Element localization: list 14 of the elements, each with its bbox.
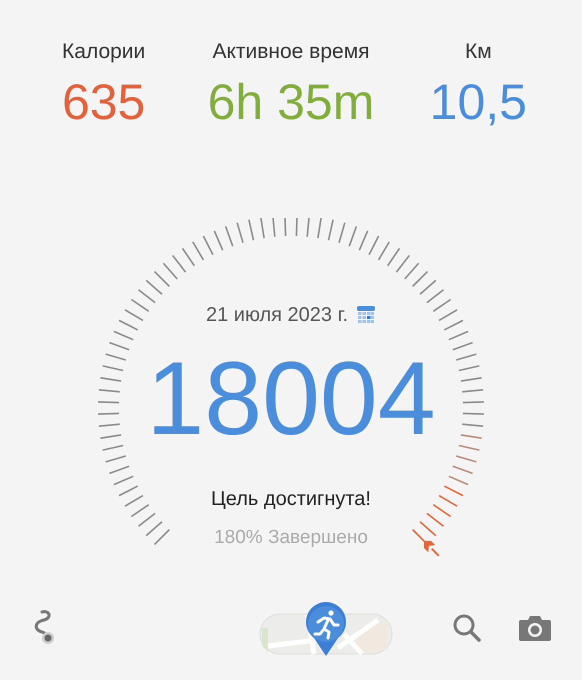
progress-marker <box>424 540 440 556</box>
stat-label: Км <box>464 39 492 65</box>
progress-label: 180% Завершено <box>214 526 368 550</box>
step-count: 18004 <box>146 344 436 454</box>
camera-icon[interactable] <box>518 614 552 642</box>
date-label: 21 июля 2023 г. <box>206 303 348 328</box>
stat-value: 10,5 <box>430 73 527 132</box>
stat-value: 6h 35m <box>208 73 374 132</box>
search-icon[interactable] <box>452 613 482 643</box>
goal-status: Цель достигнута! <box>211 487 371 512</box>
stat-value: 635 <box>62 73 146 132</box>
calendar-icon[interactable] <box>356 305 376 325</box>
stat-label: Активное время <box>212 39 370 65</box>
stat-label: Калории <box>62 39 146 65</box>
